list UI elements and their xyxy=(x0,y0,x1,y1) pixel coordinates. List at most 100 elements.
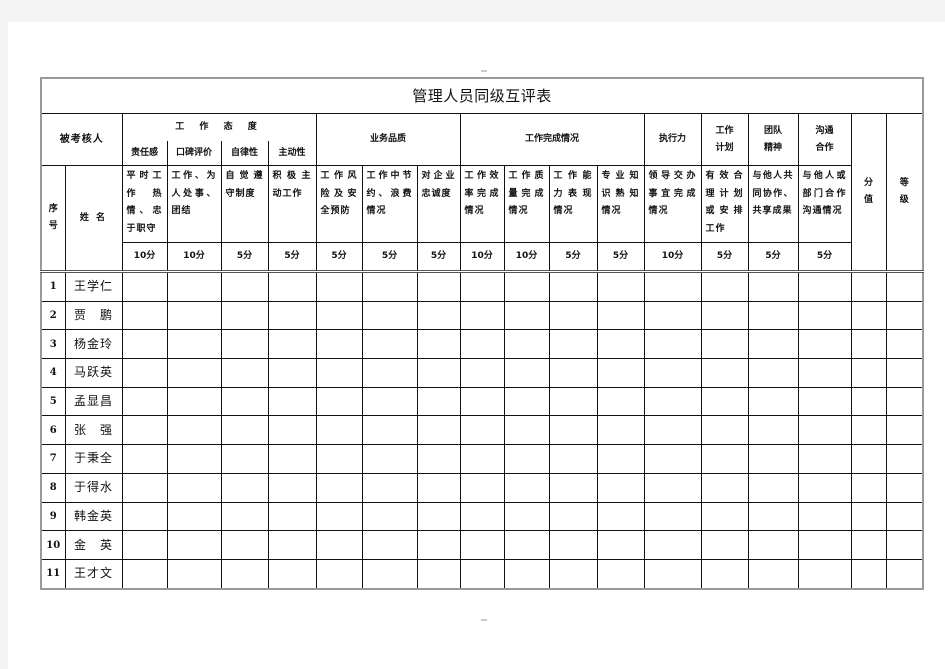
rating-cell[interactable] xyxy=(596,501,645,532)
rating-cell[interactable] xyxy=(797,270,852,302)
rating-cell[interactable] xyxy=(459,270,505,302)
rating-cell[interactable] xyxy=(643,329,702,360)
rating-cell[interactable] xyxy=(503,444,550,474)
rating-cell[interactable] xyxy=(548,472,598,503)
rating-cell[interactable] xyxy=(548,358,598,388)
rating-cell[interactable] xyxy=(747,386,799,417)
rating-cell[interactable] xyxy=(315,300,363,331)
rating-cell[interactable] xyxy=(416,329,461,360)
rating-cell[interactable] xyxy=(121,270,168,302)
rating-cell[interactable] xyxy=(267,530,317,560)
rating-cell[interactable] xyxy=(361,558,418,590)
rating-cell[interactable] xyxy=(700,472,749,503)
rating-cell[interactable] xyxy=(596,300,645,331)
rating-cell[interactable] xyxy=(459,358,505,388)
rating-cell[interactable] xyxy=(121,530,168,560)
rating-cell[interactable] xyxy=(797,472,852,503)
rating-cell[interactable] xyxy=(700,386,749,417)
rating-cell[interactable] xyxy=(596,444,645,474)
rating-cell[interactable] xyxy=(503,386,550,417)
rating-cell[interactable] xyxy=(503,270,550,302)
rating-cell[interactable] xyxy=(220,358,269,388)
rating-cell[interactable] xyxy=(267,386,317,417)
rating-cell[interactable] xyxy=(797,386,852,417)
rating-cell[interactable] xyxy=(416,558,461,590)
grade-cell[interactable] xyxy=(885,329,924,360)
rating-cell[interactable] xyxy=(267,415,317,446)
rating-cell[interactable] xyxy=(166,501,222,532)
rating-cell[interactable] xyxy=(166,444,222,474)
rating-cell[interactable] xyxy=(121,300,168,331)
rating-cell[interactable] xyxy=(121,329,168,360)
rating-cell[interactable] xyxy=(548,444,598,474)
rating-cell[interactable] xyxy=(315,472,363,503)
score-cell[interactable] xyxy=(850,386,887,417)
rating-cell[interactable] xyxy=(700,358,749,388)
rating-cell[interactable] xyxy=(503,358,550,388)
rating-cell[interactable] xyxy=(596,530,645,560)
grade-cell[interactable] xyxy=(885,300,924,331)
rating-cell[interactable] xyxy=(121,415,168,446)
rating-cell[interactable] xyxy=(121,444,168,474)
score-cell[interactable] xyxy=(850,501,887,532)
grade-cell[interactable] xyxy=(885,530,924,560)
rating-cell[interactable] xyxy=(700,501,749,532)
rating-cell[interactable] xyxy=(220,386,269,417)
rating-cell[interactable] xyxy=(700,415,749,446)
rating-cell[interactable] xyxy=(166,530,222,560)
rating-cell[interactable] xyxy=(416,444,461,474)
rating-cell[interactable] xyxy=(700,530,749,560)
rating-cell[interactable] xyxy=(459,444,505,474)
rating-cell[interactable] xyxy=(267,358,317,388)
rating-cell[interactable] xyxy=(596,329,645,360)
rating-cell[interactable] xyxy=(459,386,505,417)
rating-cell[interactable] xyxy=(267,501,317,532)
rating-cell[interactable] xyxy=(503,558,550,590)
rating-cell[interactable] xyxy=(797,530,852,560)
grade-cell[interactable] xyxy=(885,358,924,388)
score-cell[interactable] xyxy=(850,300,887,331)
rating-cell[interactable] xyxy=(643,444,702,474)
rating-cell[interactable] xyxy=(503,415,550,446)
rating-cell[interactable] xyxy=(797,501,852,532)
rating-cell[interactable] xyxy=(267,444,317,474)
rating-cell[interactable] xyxy=(416,386,461,417)
rating-cell[interactable] xyxy=(315,530,363,560)
rating-cell[interactable] xyxy=(220,501,269,532)
rating-cell[interactable] xyxy=(416,415,461,446)
rating-cell[interactable] xyxy=(503,300,550,331)
rating-cell[interactable] xyxy=(596,472,645,503)
rating-cell[interactable] xyxy=(548,530,598,560)
rating-cell[interactable] xyxy=(548,386,598,417)
rating-cell[interactable] xyxy=(643,300,702,331)
rating-cell[interactable] xyxy=(361,270,418,302)
rating-cell[interactable] xyxy=(166,329,222,360)
rating-cell[interactable] xyxy=(166,386,222,417)
rating-cell[interactable] xyxy=(459,415,505,446)
rating-cell[interactable] xyxy=(643,270,702,302)
rating-cell[interactable] xyxy=(643,501,702,532)
rating-cell[interactable] xyxy=(459,300,505,331)
rating-cell[interactable] xyxy=(797,415,852,446)
rating-cell[interactable] xyxy=(121,558,168,590)
rating-cell[interactable] xyxy=(416,270,461,302)
rating-cell[interactable] xyxy=(747,444,799,474)
rating-cell[interactable] xyxy=(267,270,317,302)
rating-cell[interactable] xyxy=(459,558,505,590)
rating-cell[interactable] xyxy=(747,530,799,560)
rating-cell[interactable] xyxy=(166,358,222,388)
rating-cell[interactable] xyxy=(548,300,598,331)
score-cell[interactable] xyxy=(850,358,887,388)
rating-cell[interactable] xyxy=(747,472,799,503)
rating-cell[interactable] xyxy=(596,358,645,388)
score-cell[interactable] xyxy=(850,270,887,302)
rating-cell[interactable] xyxy=(315,329,363,360)
rating-cell[interactable] xyxy=(596,558,645,590)
rating-cell[interactable] xyxy=(548,415,598,446)
grade-cell[interactable] xyxy=(885,270,924,302)
grade-cell[interactable] xyxy=(885,386,924,417)
rating-cell[interactable] xyxy=(503,501,550,532)
rating-cell[interactable] xyxy=(267,300,317,331)
rating-cell[interactable] xyxy=(747,358,799,388)
rating-cell[interactable] xyxy=(361,530,418,560)
